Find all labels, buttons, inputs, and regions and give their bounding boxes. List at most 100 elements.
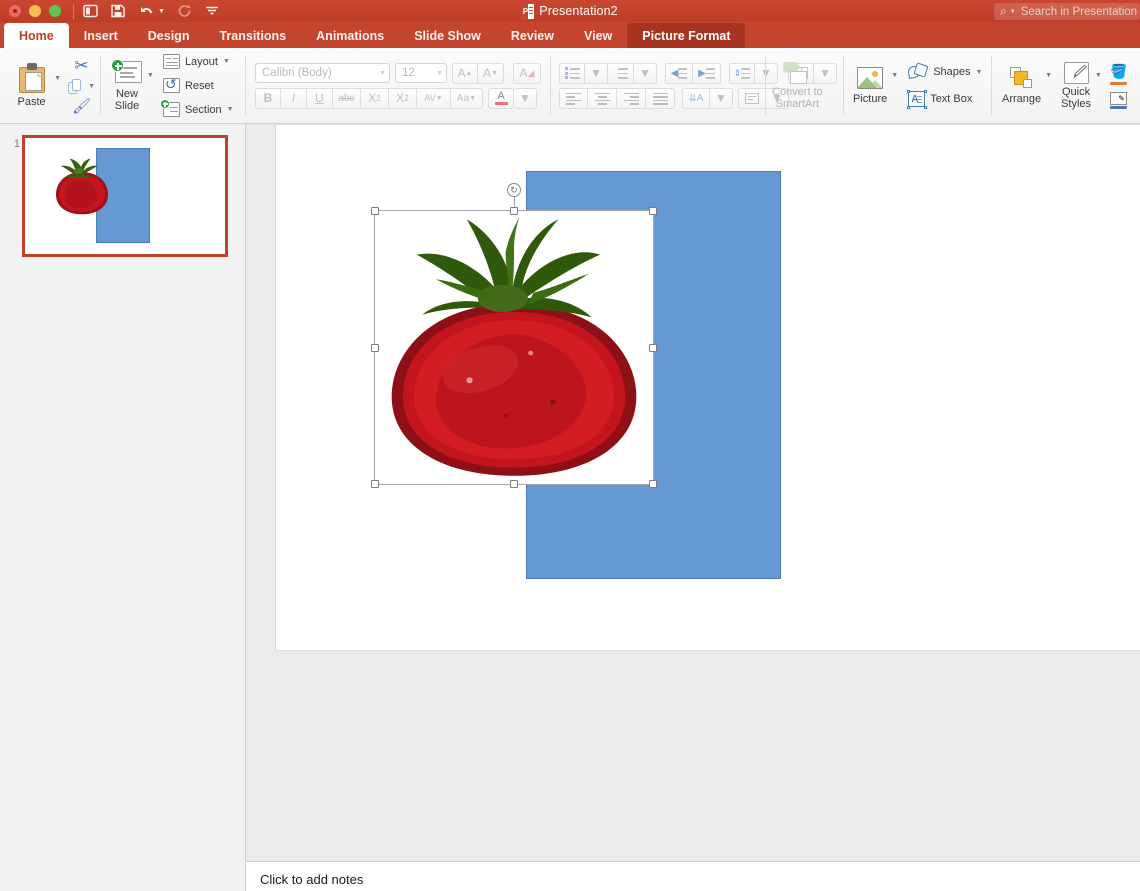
- resize-handle-se[interactable]: [649, 480, 657, 488]
- tab-slide-show[interactable]: Slide Show: [399, 23, 496, 48]
- picture-icon: [857, 66, 884, 89]
- sidebar-toggle-icon[interactable]: [83, 4, 98, 18]
- justify-button[interactable]: [646, 87, 675, 109]
- slide-editor-canvas[interactable]: ↻ Click to add notes: [246, 124, 1140, 891]
- align-right-button[interactable]: [617, 87, 646, 109]
- arrange-button[interactable]: Arrange: [1002, 66, 1041, 105]
- slide-thumbnail-pane[interactable]: 1: [0, 124, 246, 891]
- tab-design[interactable]: Design: [133, 23, 205, 48]
- resize-handle-nw[interactable]: [371, 207, 379, 215]
- layout-button[interactable]: Layout ▼: [162, 51, 230, 72]
- paste-dropdown-icon[interactable]: ▼: [54, 75, 61, 82]
- superscript-button[interactable]: X2: [361, 87, 389, 109]
- undo-icon[interactable]: [138, 4, 154, 18]
- slide-thumbnail-1[interactable]: [22, 135, 228, 257]
- layout-label: Layout: [184, 55, 218, 68]
- align-center-icon: [594, 92, 610, 105]
- quick-styles-dropdown-icon[interactable]: ▼: [1095, 72, 1102, 79]
- slide-surface[interactable]: ↻: [276, 125, 1140, 650]
- resize-handle-s[interactable]: [510, 480, 518, 488]
- tab-picture-format[interactable]: Picture Format: [627, 23, 746, 48]
- change-case-button[interactable]: Aa ▼: [451, 87, 483, 109]
- reset-button[interactable]: ↺ Reset: [162, 75, 214, 96]
- new-slide-dropdown-icon[interactable]: ▼: [147, 72, 154, 79]
- text-box-button[interactable]: Text Box: [906, 89, 973, 110]
- tomato-picture-selection[interactable]: ↻: [371, 183, 657, 488]
- resize-handle-n[interactable]: [510, 207, 518, 215]
- align-center-button[interactable]: [588, 87, 617, 109]
- indent-lines-icon: [705, 67, 715, 79]
- resize-handle-e[interactable]: [649, 343, 657, 352]
- tab-review[interactable]: Review: [496, 23, 569, 48]
- character-spacing-button[interactable]: AV ▼: [417, 87, 451, 109]
- paste-button[interactable]: Paste: [9, 63, 54, 108]
- tab-insert[interactable]: Insert: [69, 23, 133, 48]
- picture-button[interactable]: Picture: [853, 66, 887, 105]
- tab-transitions[interactable]: Transitions: [204, 23, 301, 48]
- tab-view[interactable]: View: [569, 23, 627, 48]
- decrease-font-size-button[interactable]: A ▼: [478, 62, 504, 84]
- underline-button[interactable]: U: [307, 87, 333, 109]
- tab-home[interactable]: Home: [4, 23, 69, 48]
- window-controls[interactable]: [0, 5, 61, 17]
- font-color-button[interactable]: A: [488, 87, 514, 109]
- tab-animations[interactable]: Animations: [301, 23, 399, 48]
- quick-styles-button[interactable]: Quick Styles: [1061, 61, 1091, 110]
- zoom-window-button[interactable]: [49, 5, 61, 17]
- font-size-input[interactable]: 12 ▼: [395, 63, 447, 83]
- format-painter-button[interactable]: 🖌: [69, 98, 95, 116]
- numbering-button[interactable]: [608, 62, 634, 84]
- new-slide-button[interactable]: New Slide: [111, 59, 143, 112]
- numbering-dropdown[interactable]: ▼: [634, 62, 657, 84]
- ribbon-group-drawing: Arrange ▼ Quick Styles ▼ 🪣 ✎: [991, 48, 1140, 123]
- search-box[interactable]: ⌕ ▼ Search in Presentation: [994, 3, 1140, 20]
- cut-button[interactable]: ✂: [69, 56, 95, 76]
- copy-dropdown-icon[interactable]: ▼: [88, 83, 95, 90]
- rotation-handle[interactable]: ↻: [507, 183, 521, 197]
- align-text-button[interactable]: [738, 87, 766, 109]
- bullets-button[interactable]: [559, 62, 585, 84]
- resize-handle-ne[interactable]: [649, 207, 657, 215]
- font-color-dropdown[interactable]: ▼: [514, 87, 537, 109]
- bullets-dropdown[interactable]: ▼: [585, 62, 608, 84]
- text-box-label: Text Box: [930, 93, 973, 105]
- line-spacing-button[interactable]: ⇕: [729, 62, 755, 84]
- shapes-dropdown-icon[interactable]: ▼: [976, 69, 983, 76]
- strikethrough-button[interactable]: abc: [333, 87, 361, 109]
- arrange-dropdown-icon[interactable]: ▼: [1045, 72, 1052, 79]
- minimize-window-button[interactable]: [29, 5, 41, 17]
- customize-toolbar-icon[interactable]: [205, 5, 219, 17]
- slide-number: 1: [13, 138, 20, 150]
- text-direction-dropdown[interactable]: ▼: [710, 87, 733, 109]
- decrease-indent-button[interactable]: ◀: [665, 62, 693, 84]
- copy-icon[interactable]: [68, 78, 82, 95]
- spacing-lines-icon: [741, 67, 751, 79]
- layout-dropdown-icon[interactable]: ▼: [223, 58, 230, 65]
- close-window-button[interactable]: [9, 5, 21, 17]
- italic-button[interactable]: I: [281, 87, 307, 109]
- increase-indent-button[interactable]: ▶: [693, 62, 721, 84]
- font-name-input[interactable]: Calibri (Body) ▼: [255, 63, 390, 83]
- resize-handle-w[interactable]: [371, 343, 379, 352]
- clear-formatting-button[interactable]: A ◢: [513, 62, 541, 84]
- shape-outline-button[interactable]: ✎: [1109, 91, 1130, 109]
- save-icon[interactable]: [111, 4, 125, 18]
- subscript-button[interactable]: X2: [389, 87, 417, 109]
- section-button[interactable]: Section ▼: [159, 99, 234, 120]
- undo-dropdown-icon[interactable]: ▼: [158, 8, 165, 15]
- bold-button[interactable]: B: [255, 87, 281, 109]
- shapes-button[interactable]: Shapes ▼: [907, 61, 983, 83]
- notes-pane[interactable]: Click to add notes: [246, 861, 1140, 891]
- resize-handle-sw[interactable]: [371, 480, 379, 488]
- chevron-down-icon[interactable]: ▼: [373, 70, 386, 77]
- shape-fill-button[interactable]: 🪣: [1109, 63, 1130, 85]
- picture-dropdown-icon[interactable]: ▼: [891, 72, 898, 79]
- tomato-picture[interactable]: [375, 211, 653, 484]
- chevron-down-icon[interactable]: ▼: [430, 70, 443, 77]
- chevron-down-icon[interactable]: ▼: [1010, 9, 1016, 15]
- notes-placeholder[interactable]: Click to add notes: [246, 862, 1140, 887]
- section-dropdown-icon[interactable]: ▼: [227, 106, 234, 113]
- increase-font-size-button[interactable]: A ▲: [452, 62, 478, 84]
- text-direction-button[interactable]: ⇊A: [682, 87, 710, 109]
- align-left-button[interactable]: [559, 87, 588, 109]
